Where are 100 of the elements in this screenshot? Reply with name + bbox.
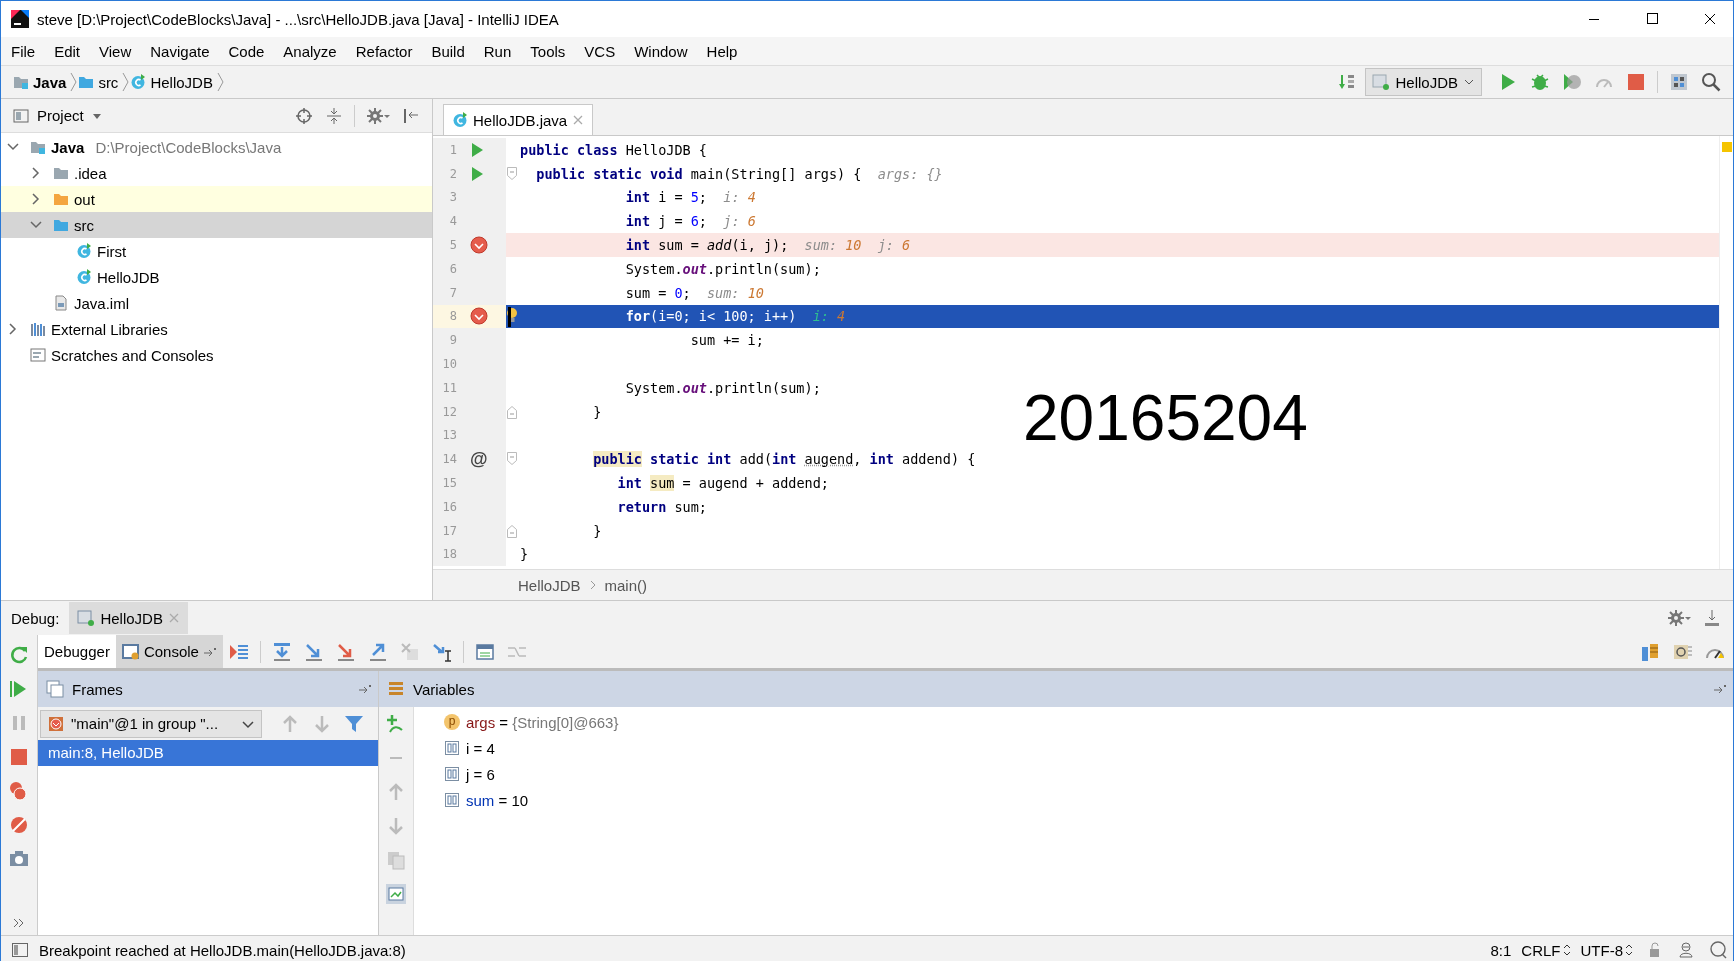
code-line: System.out.println(sum); xyxy=(624,379,821,396)
view-tab[interactable]: Console xyxy=(115,635,223,668)
tree-row[interactable]: External Libraries xyxy=(1,316,432,342)
menu-item[interactable]: Help xyxy=(700,42,751,60)
tool-windows-icon[interactable] xyxy=(11,941,29,959)
cursor-position[interactable]: 8:1 xyxy=(1490,941,1512,959)
menu-item[interactable]: Analyze xyxy=(277,42,350,60)
tree-row[interactable]: Java.iml xyxy=(1,290,432,316)
menu-item[interactable]: Window xyxy=(628,42,701,60)
tree-row[interactable]: First xyxy=(1,238,432,264)
menu-item[interactable]: Navigate xyxy=(144,42,223,60)
encoding-selector[interactable]: UTF-8 xyxy=(1580,941,1633,959)
frames-icon xyxy=(46,680,64,698)
close-icon[interactable] xyxy=(167,612,180,624)
close-icon[interactable] xyxy=(572,114,585,126)
mute-breakpoints-icon[interactable] xyxy=(8,814,30,836)
event-log-icon[interactable] xyxy=(1709,941,1727,959)
breadcrumb-item[interactable]: HelloJDB xyxy=(150,73,213,91)
line-number: 3 xyxy=(448,190,457,205)
folder-icon xyxy=(53,165,69,181)
chevron-icon xyxy=(216,71,225,93)
breadcrumb-item[interactable]: Java xyxy=(33,73,67,91)
tree-label[interactable]: Java xyxy=(51,138,85,156)
drop-frame-icon[interactable] xyxy=(398,640,421,663)
tree-row[interactable]: .idea xyxy=(1,160,432,186)
menu-item[interactable]: Tools xyxy=(524,42,579,60)
fold-icon[interactable] xyxy=(506,523,518,538)
breakpoint-icon[interactable] xyxy=(470,307,488,326)
class-icon xyxy=(130,74,147,90)
coverage-icon[interactable] xyxy=(1561,71,1583,93)
line-separator-selector[interactable]: CRLF xyxy=(1521,941,1571,959)
run-icon[interactable] xyxy=(470,165,484,182)
session-tab[interactable]: HelloJDB xyxy=(69,602,188,634)
project-structure-icon[interactable] xyxy=(1668,71,1690,93)
stop-icon[interactable] xyxy=(8,746,30,768)
folder-icon xyxy=(78,74,95,90)
breadcrumb-item[interactable]: HelloJDB xyxy=(518,576,581,594)
run-configuration-dropdown[interactable]: HelloJDB xyxy=(1365,68,1482,96)
breadcrumb-item[interactable]: main() xyxy=(604,576,648,594)
minimize-panel-icon[interactable] xyxy=(1702,608,1722,628)
pin-icon[interactable] xyxy=(1713,683,1727,695)
menu-item[interactable]: View xyxy=(93,42,145,60)
file-tab[interactable]: HelloJDB.java xyxy=(443,104,594,135)
tree-row[interactable]: out xyxy=(1,186,432,212)
tree-label[interactable]: .idea xyxy=(74,164,107,182)
more-icon[interactable] xyxy=(12,917,26,929)
menu-item[interactable]: Edit xyxy=(48,42,94,60)
menu-item[interactable]: Run xyxy=(477,42,525,60)
settings-icon[interactable] xyxy=(1666,608,1692,628)
menu-item[interactable]: Build xyxy=(425,42,478,60)
pin-icon[interactable] xyxy=(358,683,372,695)
tree-label[interactable]: Java.iml xyxy=(74,294,129,312)
run-icon[interactable] xyxy=(470,141,484,158)
collapse-all-icon[interactable] xyxy=(324,105,344,126)
variable-entry[interactable]: args = {String[0]@663} xyxy=(466,713,619,731)
menu-item[interactable]: File xyxy=(5,42,49,60)
code-line: public static void main(String[] args) { args: {} xyxy=(535,165,943,182)
tree-label[interactable]: Scratches and Consoles xyxy=(51,346,214,364)
file-icon xyxy=(53,295,69,311)
code-line: int j = 6; j: 6 xyxy=(624,213,756,230)
variable-entry[interactable]: i = 4 xyxy=(466,739,495,757)
tree-label[interactable]: out xyxy=(74,190,95,208)
parameter-badge: p xyxy=(444,714,460,730)
tree-label[interactable]: First xyxy=(97,242,127,260)
annotation-marker[interactable]: @ xyxy=(470,448,488,470)
rerun-icon[interactable] xyxy=(8,644,30,666)
tree-label[interactable]: src xyxy=(74,216,94,234)
settings-icon[interactable] xyxy=(365,105,391,126)
debug-icon[interactable] xyxy=(1529,71,1551,93)
tree-row[interactable]: Java D:\Project\CodeBlocks\Java xyxy=(1,134,432,160)
stop-icon[interactable] xyxy=(1625,71,1647,93)
search-icon[interactable] xyxy=(1700,71,1722,93)
fold-icon[interactable] xyxy=(506,452,518,467)
tree-row[interactable]: HelloJDB xyxy=(1,264,432,290)
folder-icon xyxy=(53,191,69,207)
pin-icon xyxy=(202,645,217,658)
tree-label[interactable]: External Libraries xyxy=(51,320,168,338)
menu-item[interactable]: Refactor xyxy=(349,42,426,60)
locate-icon[interactable] xyxy=(294,105,314,126)
line-number: 12 xyxy=(441,404,457,419)
line-number: 18 xyxy=(441,547,457,562)
tree-row[interactable]: src xyxy=(1,212,432,238)
menu-item[interactable]: VCS xyxy=(578,42,629,60)
tree-label[interactable]: HelloJDB xyxy=(97,268,160,286)
inspector-icon[interactable] xyxy=(1677,941,1695,959)
variable-entry[interactable]: sum = 10 xyxy=(466,791,529,809)
code-line: } xyxy=(592,403,602,420)
menu-item[interactable]: Code xyxy=(222,42,278,60)
stack-frame[interactable]: main:8, HelloJDB xyxy=(38,740,378,766)
breadcrumb-item[interactable]: src xyxy=(98,73,119,91)
sort-icon[interactable] xyxy=(1338,73,1357,91)
fold-icon[interactable] xyxy=(506,404,518,419)
view-tab[interactable]: Debugger xyxy=(38,635,116,668)
variable-entry[interactable]: j = 6 xyxy=(466,765,495,783)
tree-row[interactable]: Scratches and Consoles xyxy=(1,342,432,368)
breakpoint-icon[interactable] xyxy=(470,236,488,255)
watches-icon[interactable] xyxy=(385,883,407,905)
project-view-dropdown[interactable]: Project xyxy=(13,107,102,124)
thread-dropdown[interactable]: "main"@1 in group "... xyxy=(40,709,262,738)
fold-icon[interactable] xyxy=(506,166,518,181)
